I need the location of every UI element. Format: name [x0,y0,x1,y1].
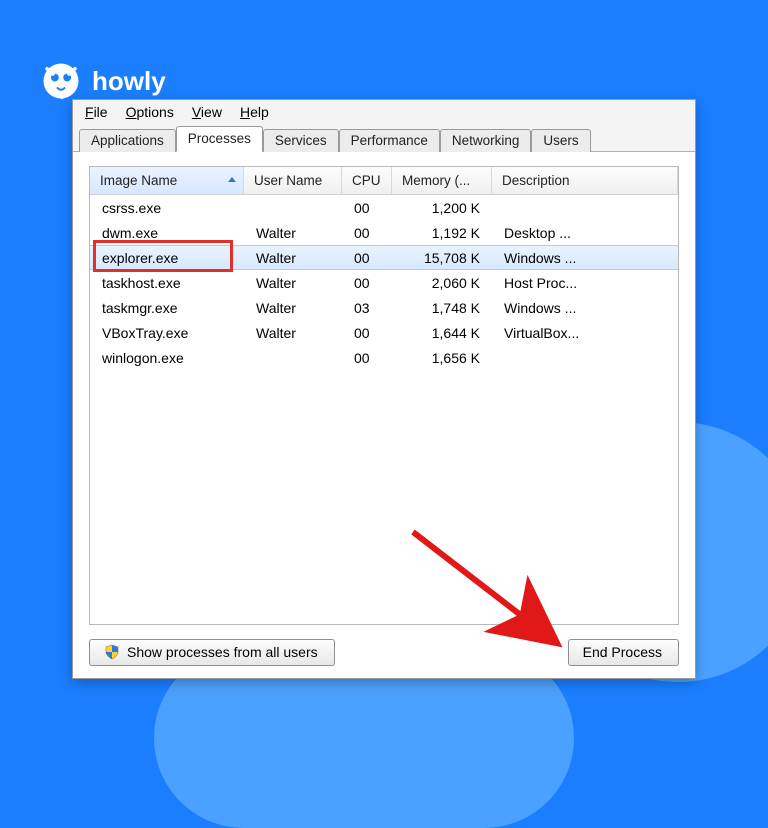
tab-performance[interactable]: Performance [339,129,440,152]
table-row[interactable]: csrss.exe 001,200 K [90,195,678,220]
cell: taskhost.exe [90,275,244,291]
tab-body: Image Name User Name CPU Memory (... Des… [73,152,695,678]
show-all-label: Show processes from all users [127,644,318,660]
cell: 1,192 K [392,225,492,241]
table-row[interactable]: VBoxTray.exeWalter001,644 KVirtualBox... [90,320,678,345]
table-row[interactable]: taskmgr.exeWalter031,748 KWindows ... [90,295,678,320]
list-header: Image Name User Name CPU Memory (... Des… [90,167,678,195]
cell: 1,748 K [392,300,492,316]
cell: 00 [342,275,392,291]
cell: taskmgr.exe [90,300,244,316]
tab-services[interactable]: Services [263,129,339,152]
cell: 2,060 K [392,275,492,291]
cell: 1,644 K [392,325,492,341]
end-process-button[interactable]: End Process [568,639,679,666]
uac-shield-icon [104,644,120,660]
cell: winlogon.exe [90,350,244,366]
cell: 15,708 K [392,250,492,266]
tab-networking[interactable]: Networking [440,129,532,152]
list-rows: csrss.exe001,200 Kdwm.exeWalter001,192 K… [90,195,678,624]
col-cpu[interactable]: CPU [342,167,392,194]
brand-logo: howly [40,60,166,102]
col-user-name[interactable]: User Name [244,167,342,194]
cell: Walter [244,300,342,316]
tab-applications[interactable]: Applications [79,129,176,152]
cell: Desktop ... [492,225,678,241]
tab-strip: Applications Processes Services Performa… [73,123,695,152]
tab-users[interactable]: Users [531,129,590,152]
footer-row: Show processes from all users End Proces… [89,625,679,666]
cell: VirtualBox... [492,325,678,341]
cell: 00 [342,225,392,241]
cell: 00 [342,250,392,266]
menu-help[interactable]: Help [240,104,269,120]
cell: Walter [244,225,342,241]
cell: Windows ... [492,300,678,316]
col-image-name[interactable]: Image Name [90,167,244,194]
cell: Walter [244,250,342,266]
show-all-users-button[interactable]: Show processes from all users [89,639,335,666]
menu-options[interactable]: Options [126,104,174,120]
cell: VBoxTray.exe [90,325,244,341]
cell: Walter [244,275,342,291]
menu-bar: File Options View Help [73,100,695,123]
brand-name: howly [92,66,166,97]
tab-processes[interactable]: Processes [176,126,263,152]
cell: 00 [342,200,392,216]
menu-file[interactable]: File [85,104,108,120]
cell: Windows ... [492,250,678,266]
cell: dwm.exe [90,225,244,241]
menu-view[interactable]: View [192,104,222,120]
table-row[interactable]: winlogon.exe 001,656 K [90,345,678,370]
col-description[interactable]: Description [492,167,678,194]
cell: Walter [244,325,342,341]
cell: 1,200 K [392,200,492,216]
process-list[interactable]: Image Name User Name CPU Memory (... Des… [89,166,679,625]
table-row[interactable]: dwm.exeWalter001,192 KDesktop ... [90,220,678,245]
cell: 03 [342,300,392,316]
table-row[interactable]: taskhost.exeWalter002,060 KHost Proc... [90,270,678,295]
cell: 00 [342,325,392,341]
cell: 1,656 K [392,350,492,366]
cell: 00 [342,350,392,366]
table-row[interactable]: explorer.exeWalter0015,708 KWindows ... [90,245,678,270]
cell: Host Proc... [492,275,678,291]
cell: csrss.exe [90,200,244,216]
owl-icon [40,60,82,102]
col-memory[interactable]: Memory (... [392,167,492,194]
cell: explorer.exe [90,250,244,266]
sort-asc-icon [228,177,236,182]
task-manager-window: File Options View Help Applications Proc… [72,99,696,679]
